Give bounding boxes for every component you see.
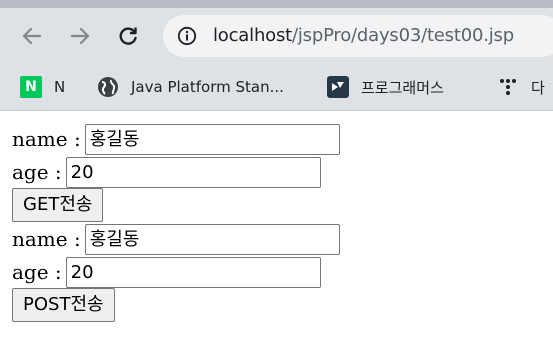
get-age-row: age : 20 — [12, 155, 321, 189]
browser-chrome: localhost/jspPro/days03/test00.jsp N N J… — [0, 0, 553, 111]
dots-icon — [497, 76, 519, 98]
post-age-input[interactable]: 20 — [65, 256, 321, 288]
globe-icon — [97, 76, 119, 98]
forward-button[interactable] — [64, 20, 96, 52]
bookmark-java-platform[interactable]: Java Platform Stan... — [97, 64, 284, 110]
back-button[interactable] — [16, 20, 48, 52]
bookmark-label: Java Platform Stan... — [131, 78, 284, 96]
url-host: localhost — [213, 25, 292, 46]
post-name-input[interactable]: 홍길동 — [84, 223, 340, 255]
browser-toolbar: localhost/jspPro/days03/test00.jsp — [0, 8, 553, 64]
arrow-left-icon — [22, 27, 42, 45]
get-name-row: name : 홍길동 — [12, 122, 340, 156]
age-label: age : — [12, 160, 62, 184]
post-age-row: age : 20 — [12, 255, 321, 289]
bookmark-programmers[interactable]: 프로그래머스 — [327, 64, 444, 110]
get-name-input[interactable]: 홍길동 — [84, 123, 340, 155]
bookmark-label: N — [54, 78, 66, 96]
address-bar[interactable]: localhost/jspPro/days03/test00.jsp — [163, 15, 553, 57]
bookmark-label: 다 — [531, 78, 545, 97]
name-label: name : — [12, 127, 81, 151]
arrow-right-icon — [70, 27, 90, 45]
name-label: name : — [12, 227, 81, 251]
get-submit-button[interactable]: GET전송 — [12, 188, 104, 222]
url-text: localhost/jspPro/days03/test00.jsp — [213, 15, 514, 57]
bookmarks-bar: N N Java Platform Stan... 프로그래머스 다 — [0, 64, 553, 111]
bookmark-dots[interactable]: 다 — [497, 64, 545, 110]
info-icon[interactable] — [177, 26, 197, 46]
age-label: age : — [12, 260, 62, 284]
get-age-input[interactable]: 20 — [65, 156, 321, 188]
post-submit-button[interactable]: POST전송 — [12, 288, 115, 322]
reload-icon — [119, 27, 137, 45]
url-path: /jspPro/days03/test00.jsp — [292, 25, 514, 46]
reload-button[interactable] — [112, 20, 144, 52]
bookmark-label: 프로그래머스 — [361, 78, 444, 97]
page-content: name : 홍길동 age : 20 GET전송 name : 홍길동 age… — [0, 111, 553, 337]
programmers-icon — [327, 76, 349, 98]
post-name-row: name : 홍길동 — [12, 222, 340, 256]
naver-icon: N — [20, 76, 42, 98]
tab-strip — [0, 0, 553, 8]
bookmark-naver[interactable]: N N — [20, 64, 65, 110]
